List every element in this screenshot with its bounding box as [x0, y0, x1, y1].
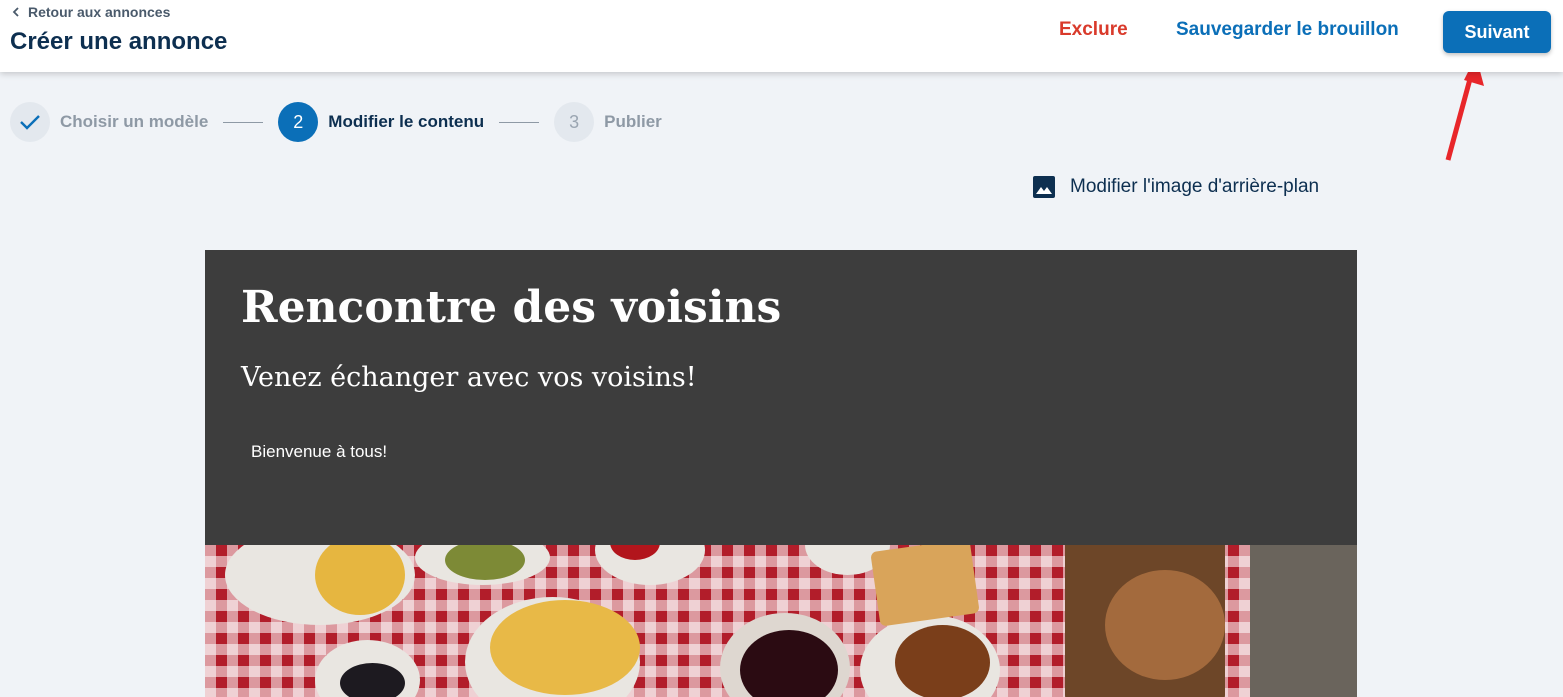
- omelette-image: [490, 600, 640, 695]
- step-2-circle: 2: [278, 102, 319, 142]
- preview-title[interactable]: Rencontre des voisins: [241, 282, 781, 333]
- check-icon: [20, 115, 40, 130]
- top-header: Retour aux annonces Créer une annonce Ex…: [0, 0, 1563, 72]
- step-publish[interactable]: 3 Publier: [554, 102, 662, 142]
- stepper: Choisir un modèle 2 Modifier le contenu …: [10, 102, 662, 142]
- teapot-image: [1105, 570, 1225, 680]
- announcement-preview: Rencontre des voisins Venez échanger ave…: [205, 250, 1357, 697]
- preview-background-image: [205, 545, 1357, 697]
- olives-image: [340, 663, 405, 697]
- preview-text-area: Rencontre des voisins Venez échanger ave…: [205, 250, 1357, 545]
- exclude-button[interactable]: Exclure: [1050, 19, 1137, 41]
- modify-background-image-button[interactable]: Modifier l'image d'arrière-plan: [1032, 175, 1319, 199]
- step-1-circle: [10, 102, 50, 142]
- step-1-label: Choisir un modèle: [60, 112, 209, 131]
- back-to-listings-link[interactable]: Retour aux annonces: [10, 4, 170, 20]
- preview-body-text[interactable]: Bienvenue à tous!: [251, 442, 387, 462]
- wooden-table-image: [1250, 545, 1357, 697]
- page-title: Créer une annonce: [10, 28, 228, 55]
- back-link-label: Retour aux annonces: [28, 4, 171, 20]
- step-edit-content[interactable]: 2 Modifier le contenu: [278, 102, 484, 142]
- bread-image: [870, 545, 980, 627]
- save-draft-button[interactable]: Sauvegarder le brouillon: [1168, 19, 1407, 41]
- chevron-left-icon: [12, 7, 19, 17]
- stew-image: [895, 625, 990, 697]
- step-2-label: Modifier le contenu: [328, 112, 485, 131]
- preview-subtitle[interactable]: Venez échanger avec vos voisins!: [241, 362, 697, 393]
- step-divider: [223, 121, 264, 123]
- step-3-label: Publier: [604, 112, 662, 131]
- modify-background-label: Modifier l'image d'arrière-plan: [1070, 176, 1320, 197]
- step-3-circle: 3: [554, 102, 595, 142]
- image-icon: [1033, 176, 1055, 198]
- step-divider: [499, 121, 540, 123]
- next-button[interactable]: Suivant: [1443, 11, 1551, 53]
- step-choose-template[interactable]: Choisir un modèle: [10, 102, 208, 142]
